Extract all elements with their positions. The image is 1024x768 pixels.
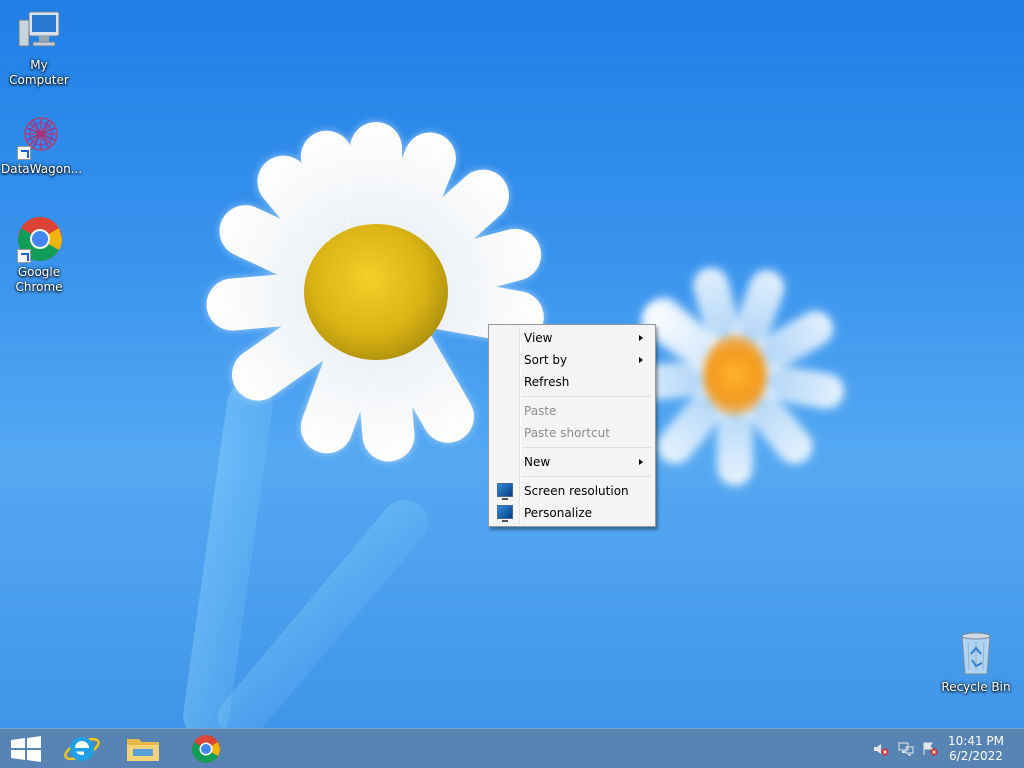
computer-icon [15, 8, 63, 56]
menu-item-label: Personalize [524, 506, 593, 520]
menu-item-label: Sort by [524, 353, 568, 367]
desktop-icon-datawagon[interactable]: DataWagon... [1, 112, 82, 177]
menu-item-label: Refresh [524, 375, 570, 389]
menu-item-screen-resolution[interactable]: Screen resolution [491, 480, 653, 502]
taskbar: 10:41 PM 6/2/2022 [0, 728, 1024, 768]
desktop-icon-label: DataWagon... [1, 162, 83, 176]
submenu-arrow-icon [639, 335, 643, 341]
menu-separator [522, 393, 653, 400]
submenu-arrow-icon [639, 459, 643, 465]
menu-separator [522, 473, 653, 480]
desktop-context-menu: View Sort by Refresh Paste Paste shortcu… [488, 324, 656, 527]
desktop-icon-google-chrome[interactable]: Google Chrome [1, 215, 77, 295]
menu-item-label: View [524, 331, 553, 345]
desktop-icon-label: Google Chrome [15, 265, 63, 294]
shortcut-arrow-icon [17, 146, 31, 160]
ie-icon [64, 737, 100, 761]
chrome-icon [15, 215, 63, 263]
menu-item-paste-shortcut[interactable]: Paste shortcut [491, 422, 653, 444]
menu-item-label: Screen resolution [524, 484, 629, 498]
menu-item-sort-by[interactable]: Sort by [491, 349, 653, 371]
menu-item-label: Paste [524, 404, 557, 418]
desktop-icon-label: Recycle Bin [941, 680, 1011, 694]
desktop-icon-recycle-bin[interactable]: Recycle Bin [938, 630, 1014, 695]
monitor-icon [497, 505, 513, 522]
system-clock[interactable]: 10:41 PM 6/2/2022 [948, 734, 1004, 764]
taskbar-chrome[interactable] [178, 731, 234, 767]
recycle-bin-icon [952, 630, 1000, 678]
action-center-icon[interactable] [922, 742, 938, 756]
menu-item-refresh[interactable]: Refresh [491, 371, 653, 393]
monitor-icon [497, 483, 513, 500]
menu-item-personalize[interactable]: Personalize [491, 502, 653, 524]
folder-icon [127, 739, 159, 761]
menu-separator [522, 444, 653, 451]
menu-item-label: Paste shortcut [524, 426, 610, 440]
clock-time: 10:41 PM [948, 734, 1004, 748]
chrome-icon [192, 735, 220, 763]
desktop-icon-label: My Computer [9, 58, 69, 87]
datawagon-icon [15, 112, 63, 160]
menu-item-new[interactable]: New [491, 451, 653, 473]
windows-logo-icon [11, 736, 41, 762]
menu-item-label: New [524, 455, 551, 469]
shortcut-arrow-icon [17, 249, 31, 263]
submenu-arrow-icon [639, 357, 643, 363]
menu-item-paste[interactable]: Paste [491, 400, 653, 422]
desktop-icon-my-computer[interactable]: My Computer [1, 8, 77, 88]
volume-muted-icon[interactable] [873, 742, 889, 756]
start-button[interactable] [0, 731, 56, 767]
network-icon[interactable] [898, 742, 914, 756]
taskbar-internet-explorer[interactable] [54, 731, 110, 767]
taskbar-file-explorer[interactable] [115, 731, 171, 767]
clock-date: 6/2/2022 [949, 749, 1003, 763]
menu-item-view[interactable]: View [491, 327, 653, 349]
